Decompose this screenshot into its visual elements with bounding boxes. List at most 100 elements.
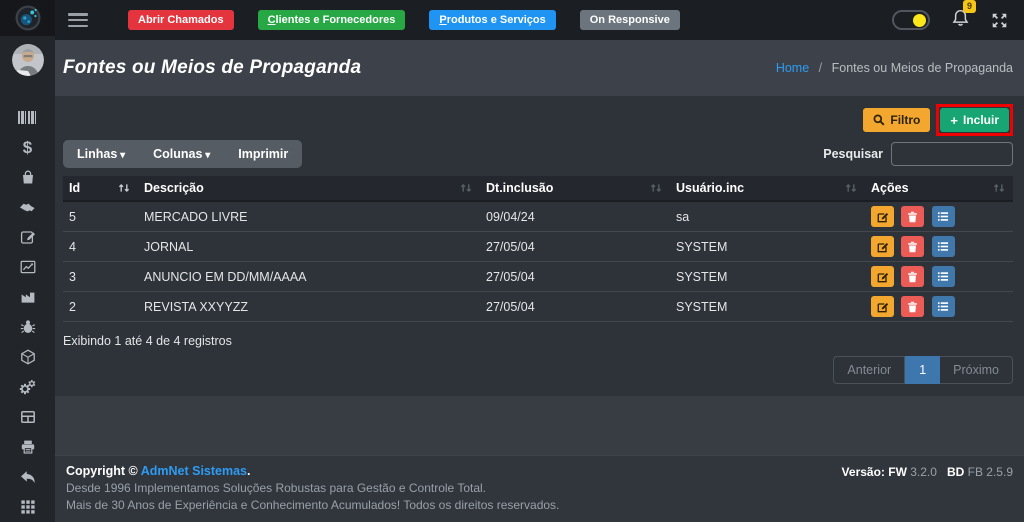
- menu-icon[interactable]: [68, 13, 88, 27]
- delete-row-button[interactable]: [901, 236, 924, 257]
- table-controls: Linhas Colunas Imprimir: [63, 140, 302, 168]
- column-header-dtinclusao[interactable]: Dt.inclusão: [480, 176, 670, 201]
- data-table: Id Descrição Dt.inclusão: [63, 176, 1013, 322]
- reply-icon: [20, 470, 36, 485]
- handshake-icon: [19, 199, 37, 215]
- edit-row-button[interactable]: [871, 236, 894, 257]
- sidebar-item-voltar[interactable]: [0, 462, 55, 492]
- sidebar-item-suporte[interactable]: [0, 312, 55, 342]
- incluir-button[interactable]: + Incluir: [940, 108, 1009, 132]
- logo-icon: [15, 5, 41, 31]
- sidebar-item-barcode[interactable]: [0, 102, 55, 132]
- sidebar-item-modulos[interactable]: [0, 492, 55, 522]
- cell-acoes: [865, 292, 1013, 322]
- abrir-chamados-button[interactable]: Abrir Chamados: [128, 10, 234, 30]
- cell-dt-inclusao: 09/04/24: [480, 201, 670, 232]
- trash-icon: [907, 271, 918, 283]
- content-spacer: [55, 396, 1024, 455]
- list-icon: [937, 211, 949, 222]
- sort-icon: [650, 182, 662, 194]
- edit-row-button[interactable]: [871, 296, 894, 317]
- pagination-next-button[interactable]: Próximo: [940, 356, 1013, 384]
- cell-usuario-inc: SYSTEM: [670, 232, 865, 262]
- sidebar-item-configuracoes[interactable]: [0, 372, 55, 402]
- column-header-usuarioinc[interactable]: Usuário.inc: [670, 176, 865, 201]
- linhas-dropdown[interactable]: Linhas: [63, 140, 139, 168]
- filtro-button[interactable]: Filtro: [863, 108, 930, 132]
- clientes-fornecedores-button[interactable]: Clientes e Fornecedores: [258, 10, 406, 30]
- delete-row-button[interactable]: [901, 206, 924, 227]
- cell-usuario-inc: SYSTEM: [670, 292, 865, 322]
- cogs-icon: [19, 379, 36, 395]
- table-row[interactable]: 2 REVISTA XXYYZZ 27/05/04 SYSTEM: [63, 292, 1013, 322]
- sort-icon: [460, 182, 472, 194]
- admnet-link[interactable]: AdmNet Sistemas: [141, 464, 247, 478]
- sidebar-item-tabelas[interactable]: [0, 402, 55, 432]
- pagination-prev-button[interactable]: Anterior: [833, 356, 905, 384]
- detail-row-button[interactable]: [932, 266, 955, 287]
- user-avatar[interactable]: [12, 44, 44, 76]
- sidebar-item-cadastro[interactable]: [0, 222, 55, 252]
- table-toolbar: Linhas Colunas Imprimir Pesquisar: [63, 140, 1013, 168]
- cell-dt-inclusao: 27/05/04: [480, 292, 670, 322]
- sidebar-item-producao[interactable]: [0, 282, 55, 312]
- column-header-id[interactable]: Id: [63, 176, 138, 201]
- search-input[interactable]: [891, 142, 1013, 166]
- footer-line3: Mais de 30 Anos de Experiência e Conheci…: [66, 498, 1013, 512]
- imprimir-button[interactable]: Imprimir: [224, 140, 302, 168]
- cell-descricao: ANUNCIO EM DD/MM/AAAA: [138, 262, 480, 292]
- pagination-page-1[interactable]: 1: [905, 356, 940, 384]
- trash-icon: [907, 301, 918, 313]
- table-row[interactable]: 5 MERCADO LIVRE 09/04/24 sa: [63, 201, 1013, 232]
- cell-id: 5: [63, 201, 138, 232]
- column-header-acoes[interactable]: Ações: [865, 176, 1013, 201]
- app-logo[interactable]: [0, 0, 55, 36]
- navbar-right: 9: [892, 9, 1024, 32]
- records-summary: Exibindo 1 até 4 de 4 registros: [63, 334, 1013, 348]
- sidebar-item-relatorios[interactable]: [0, 252, 55, 282]
- theme-toggle[interactable]: [892, 10, 930, 30]
- detail-row-button[interactable]: [932, 296, 955, 317]
- barcode-icon: [18, 111, 37, 124]
- sidebar-item-compras[interactable]: [0, 162, 55, 192]
- chart-line-icon: [20, 259, 36, 275]
- delete-row-button[interactable]: [901, 266, 924, 287]
- edit-row-button[interactable]: [871, 266, 894, 287]
- search-label: Pesquisar: [823, 147, 883, 161]
- cell-usuario-inc: sa: [670, 201, 865, 232]
- detail-row-button[interactable]: [932, 236, 955, 257]
- list-icon: [937, 241, 949, 252]
- cell-id: 3: [63, 262, 138, 292]
- produtos-servicos-button[interactable]: Produtos e Serviços: [429, 10, 555, 30]
- cell-dt-inclusao: 27/05/04: [480, 232, 670, 262]
- annotation-highlight: + Incluir: [936, 104, 1013, 136]
- table-icon: [20, 409, 36, 425]
- edit-row-button[interactable]: [871, 206, 894, 227]
- cell-id: 4: [63, 232, 138, 262]
- sidebar-item-estoque[interactable]: [0, 342, 55, 372]
- colunas-dropdown[interactable]: Colunas: [139, 140, 224, 168]
- breadcrumb-home-link[interactable]: Home: [776, 61, 809, 75]
- breadcrumb-separator: /: [819, 61, 822, 75]
- notifications-button[interactable]: 9: [952, 9, 969, 32]
- delete-row-button[interactable]: [901, 296, 924, 317]
- detail-row-button[interactable]: [932, 206, 955, 227]
- sidebar-item-financeiro[interactable]: $: [0, 132, 55, 162]
- table-body: 5 MERCADO LIVRE 09/04/24 sa: [63, 201, 1013, 322]
- sidebar-item-impressao[interactable]: [0, 432, 55, 462]
- cell-acoes: [865, 262, 1013, 292]
- plus-icon: +: [950, 114, 958, 127]
- edit-icon: [877, 211, 889, 223]
- fullscreen-icon[interactable]: [991, 12, 1008, 29]
- dollar-icon: $: [23, 139, 32, 156]
- cell-dt-inclusao: 27/05/04: [480, 262, 670, 292]
- sort-icon: [993, 182, 1005, 194]
- search-area: Pesquisar: [823, 142, 1013, 166]
- cell-acoes: [865, 232, 1013, 262]
- sidebar-item-parcerias[interactable]: [0, 192, 55, 222]
- list-icon: [937, 301, 949, 312]
- column-header-descricao[interactable]: Descrição: [138, 176, 480, 201]
- table-row[interactable]: 4 JORNAL 27/05/04 SYSTEM: [63, 232, 1013, 262]
- on-responsive-button[interactable]: On Responsive: [580, 10, 680, 30]
- table-row[interactable]: 3 ANUNCIO EM DD/MM/AAAA 27/05/04 SYSTEM: [63, 262, 1013, 292]
